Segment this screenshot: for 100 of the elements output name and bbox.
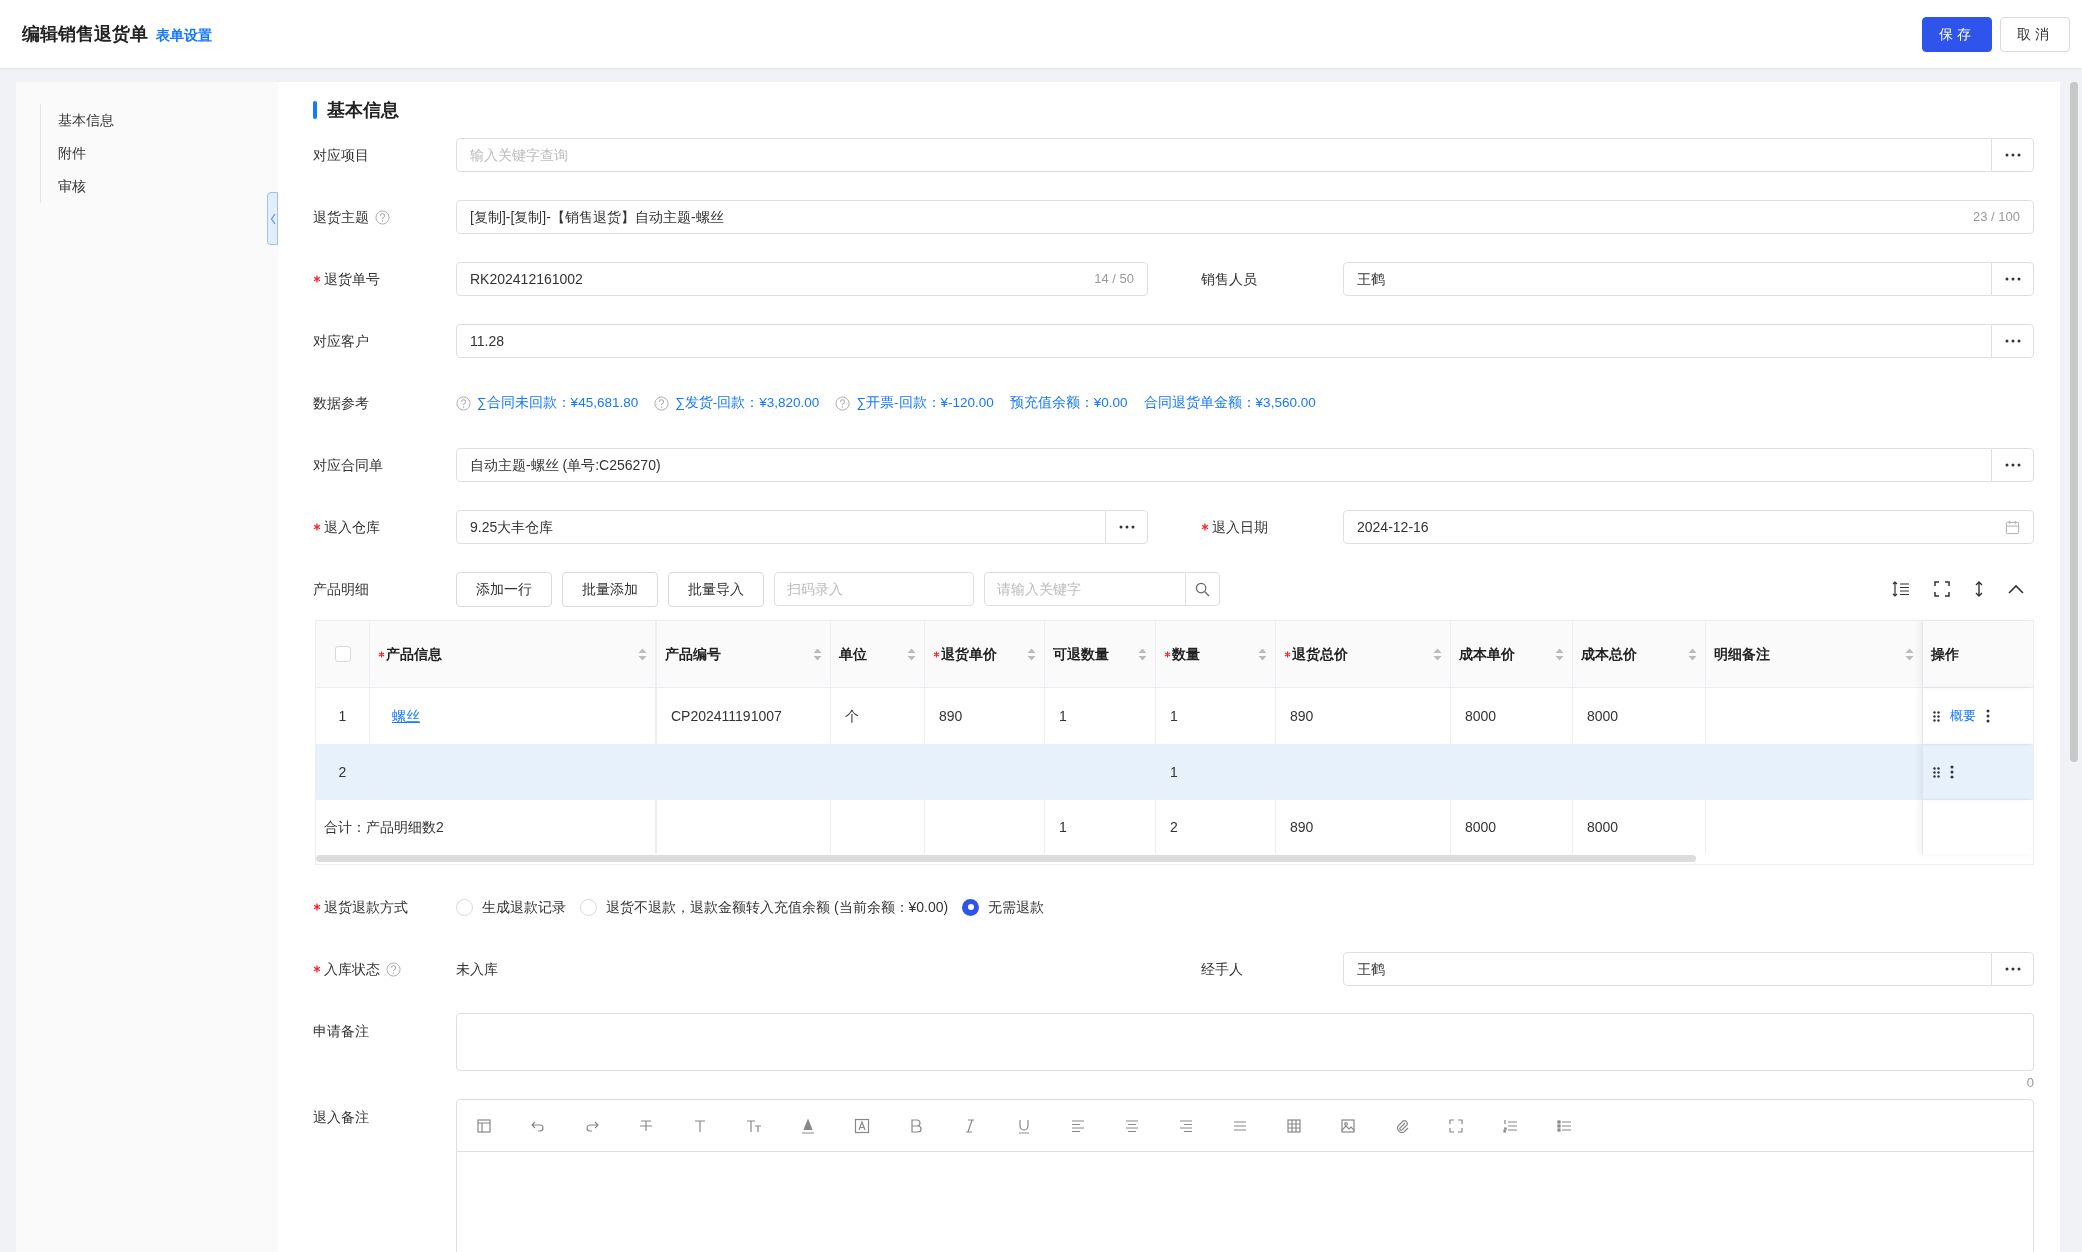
- vertical-arrows-icon[interactable]: [1974, 580, 1984, 598]
- field-label: 退入仓库: [324, 517, 380, 537]
- char-counter: 14 / 50: [1094, 270, 1134, 289]
- help-icon[interactable]: [835, 395, 851, 411]
- sort-icon[interactable]: [1258, 647, 1267, 661]
- bold-icon[interactable]: [908, 1117, 924, 1134]
- table-cell-text: 1: [1059, 706, 1067, 726]
- form-settings-link[interactable]: 表单设置: [156, 24, 212, 46]
- picker-field[interactable]: 自动主题-螺丝 (单号:C256270): [456, 448, 1992, 482]
- ordered-list-icon[interactable]: [1502, 1117, 1518, 1134]
- more-button[interactable]: [1991, 262, 2034, 296]
- sort-icon[interactable]: [813, 647, 822, 661]
- data-reference-link[interactable]: 预充值余额：¥0.00: [1009, 392, 1128, 414]
- field-label: 对应项目: [313, 145, 369, 165]
- underline-icon[interactable]: [1016, 1117, 1032, 1134]
- bullet-list-icon[interactable]: [1556, 1117, 1572, 1134]
- data-reference-link[interactable]: ∑合同未回款：¥45,681.80: [477, 392, 639, 414]
- table-icon[interactable]: [1286, 1117, 1302, 1134]
- cancel-button[interactable]: 取消: [2000, 16, 2070, 52]
- sort-icon[interactable]: [1138, 647, 1147, 661]
- row-height-icon[interactable]: [1892, 580, 1910, 598]
- table-cell-text: 1: [1170, 706, 1178, 726]
- radio-button[interactable]: [580, 898, 597, 916]
- column-header: 退货总价: [1292, 644, 1348, 664]
- table-cell-text: 1: [1170, 762, 1178, 782]
- fullscreen-icon[interactable]: [1934, 581, 1950, 597]
- attachment-icon[interactable]: [1394, 1117, 1410, 1134]
- sort-icon[interactable]: [1688, 647, 1697, 661]
- picker-field[interactable]: 王鹤: [1343, 952, 1992, 986]
- data-reference-link[interactable]: 合同退货单金额：¥3,560.00: [1143, 392, 1316, 414]
- data-reference-link[interactable]: ∑发货-回款：¥3,820.00: [675, 392, 820, 414]
- text-size-icon[interactable]: [746, 1117, 762, 1134]
- sidebar-item[interactable]: 基本信息: [58, 104, 278, 137]
- sort-icon[interactable]: [907, 647, 916, 661]
- search-button[interactable]: [1185, 572, 1220, 606]
- toolbar-button[interactable]: 批量添加: [562, 571, 658, 607]
- more-vertical-icon[interactable]: [1986, 709, 1990, 723]
- font-color-icon[interactable]: [800, 1117, 816, 1134]
- save-button[interactable]: 保存: [1922, 16, 1992, 52]
- table-row[interactable]: 1 螺丝 CP202411191007 个 890 1 1 890 8000 8000 概要: [316, 687, 2033, 744]
- align-center-icon[interactable]: [1124, 1117, 1140, 1134]
- sidebar-item[interactable]: 附件: [58, 137, 278, 170]
- toolbar-button[interactable]: 添加一行: [456, 571, 552, 607]
- drag-handle-icon[interactable]: [1933, 710, 1940, 722]
- drag-handle-icon[interactable]: [1933, 766, 1940, 778]
- toolbar-button[interactable]: 批量导入: [668, 571, 764, 607]
- strikethrough-icon[interactable]: [638, 1117, 654, 1134]
- sort-icon[interactable]: [1905, 647, 1914, 661]
- field-label: 数据参考: [313, 393, 369, 413]
- picker-field[interactable]: 9.25大丰仓库: [456, 510, 1106, 544]
- total-cell-text: 890: [1290, 817, 1314, 837]
- char-counter: 23 / 100: [1973, 208, 2020, 227]
- more-button[interactable]: [1105, 510, 1148, 544]
- help-icon[interactable]: [654, 395, 670, 411]
- data-reference-link[interactable]: ∑开票-回款：¥-120.00: [856, 392, 994, 414]
- field-value: 未入库: [456, 959, 498, 979]
- image-icon[interactable]: [1340, 1117, 1356, 1134]
- page-scrollbar[interactable]: [2070, 82, 2078, 762]
- help-icon[interactable]: [386, 961, 401, 977]
- help-icon[interactable]: [456, 395, 471, 411]
- more-button[interactable]: [1991, 952, 2034, 986]
- text-field[interactable]: RK202412161002 14 / 50: [456, 262, 1148, 296]
- sort-icon[interactable]: [1433, 647, 1442, 661]
- align-right-icon[interactable]: [1178, 1117, 1194, 1134]
- more-button[interactable]: [1991, 138, 2034, 172]
- radio-button[interactable]: [962, 898, 980, 916]
- layout-icon[interactable]: [476, 1117, 492, 1134]
- field-label: 退货单号: [324, 269, 380, 289]
- text-icon[interactable]: [692, 1117, 708, 1134]
- radio-button[interactable]: [456, 898, 473, 916]
- table-row[interactable]: 2 1: [316, 744, 2033, 799]
- table-cell-text: 8000: [1465, 706, 1497, 726]
- text-field[interactable]: [复制]-[复制]-【销售退货】自动主题-螺丝 23 / 100: [456, 200, 2034, 234]
- highlight-icon[interactable]: [854, 1117, 870, 1134]
- sort-icon[interactable]: [1555, 647, 1564, 661]
- radio-option[interactable]: 无需退款: [962, 896, 1045, 918]
- picker-field[interactable]: 王鹤: [1343, 262, 1992, 296]
- radio-option[interactable]: 退货不退款，退款金额转入充值余额 (当前余额：¥0.00): [580, 896, 949, 918]
- more-button[interactable]: [1991, 324, 2034, 358]
- horizontal-scrollbar[interactable]: [316, 855, 1696, 862]
- collapse-handle[interactable]: [267, 192, 278, 245]
- more-button[interactable]: [1991, 448, 2034, 482]
- calendar-icon: [2005, 519, 2020, 535]
- radio-option[interactable]: 生成退款记录: [456, 896, 566, 918]
- picker-field[interactable]: 11.28: [456, 324, 1992, 358]
- help-icon[interactable]: [375, 209, 390, 225]
- product-link[interactable]: 螺丝: [392, 705, 420, 727]
- textarea-field[interactable]: [456, 1013, 2034, 1071]
- summary-link[interactable]: 概要: [1950, 706, 1976, 726]
- table-cell-text: 890: [1290, 706, 1314, 726]
- select-all-checkbox[interactable]: [334, 646, 351, 662]
- more-vertical-icon[interactable]: [1950, 765, 1954, 779]
- align-left-icon[interactable]: [1070, 1117, 1086, 1134]
- sort-icon[interactable]: [1027, 647, 1036, 661]
- sidebar-item[interactable]: 审核: [58, 170, 278, 203]
- chevron-up-icon[interactable]: [2008, 584, 2024, 594]
- sort-icon[interactable]: [638, 647, 647, 661]
- row-number: 1: [338, 706, 347, 726]
- date-field[interactable]: 2024-12-16: [1343, 510, 2034, 544]
- char-counter: 0: [2026, 1074, 2034, 1092]
